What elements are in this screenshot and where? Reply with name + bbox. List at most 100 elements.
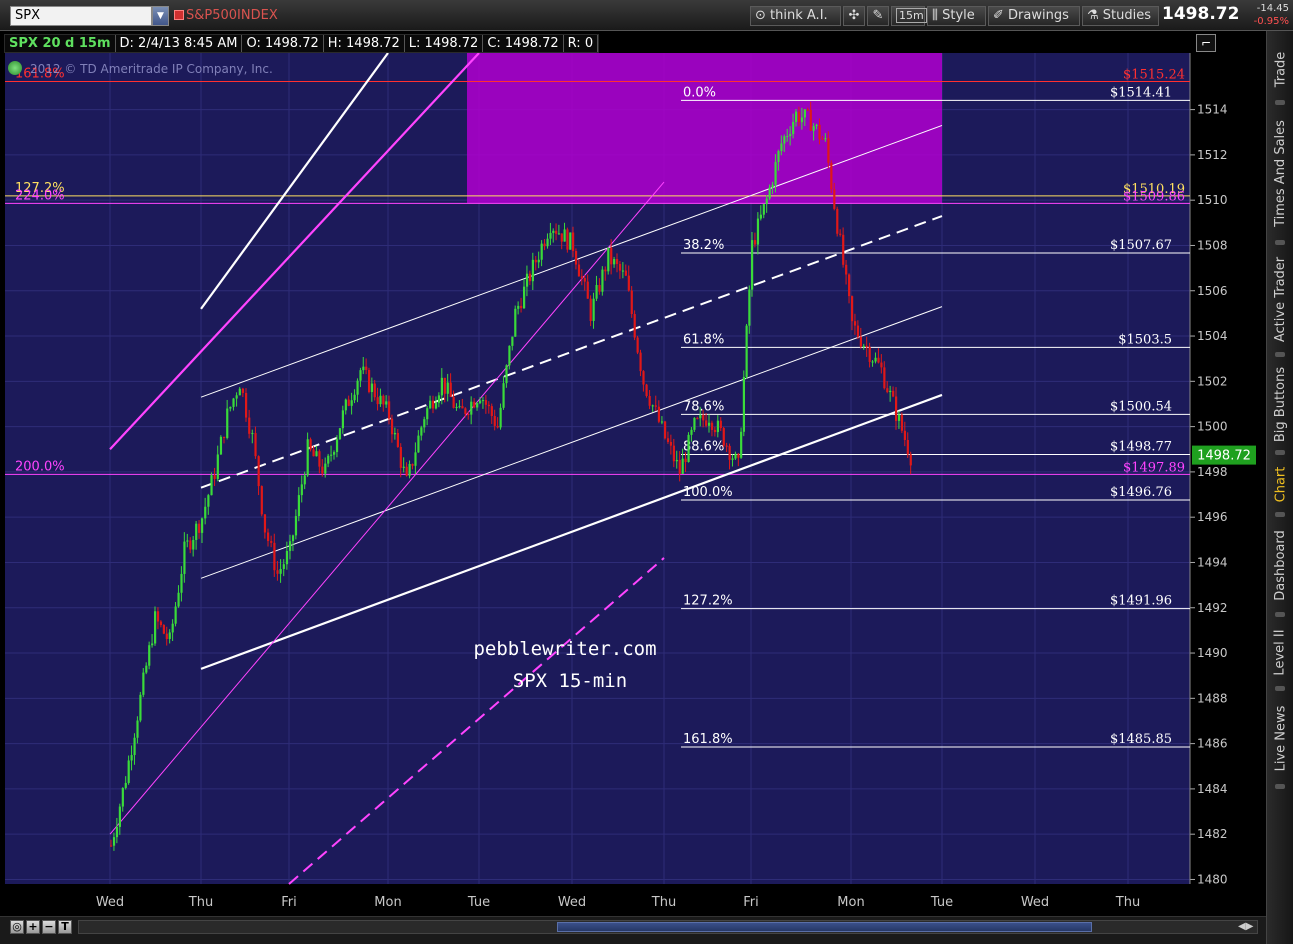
candle-body [344,399,347,411]
candle-body [390,418,394,435]
candle-body [496,425,499,428]
candle-body [112,837,116,846]
candle-body [353,394,356,401]
candle-body [139,694,142,721]
candle-body [797,111,801,123]
candle-body [528,273,532,282]
candle-body [783,136,786,144]
candle-body [479,400,482,404]
candle-body [171,623,174,633]
chart-settings-icon[interactable] [8,61,22,75]
sidebar-tab-active-trader[interactable]: Active Trader [1267,243,1293,355]
x-tick-label: Thu [1115,895,1140,910]
candle-body [321,466,324,474]
style-button[interactable]: ⫼ Style [927,6,986,26]
candle-body [411,463,414,466]
candle-body [385,401,388,405]
candle-body [470,401,473,415]
sidebar-tab-level-ii[interactable]: Level II [1267,615,1293,689]
candle-body [777,150,780,162]
candle-body [241,388,245,393]
target-zone [467,53,942,204]
think-ai-button[interactable]: ⊙ think A.I. [750,6,841,26]
sidebar-tab-live-news[interactable]: Live News [1267,689,1293,787]
candle-body [379,395,382,405]
candle-body [555,230,558,234]
timeframe-label: 15m [896,8,927,23]
zoom-out-icon[interactable]: − [42,920,56,934]
scroll-arrows-icon[interactable]: ◀▶ [1238,921,1253,932]
zoom-in-icon[interactable]: + [26,920,40,934]
price-chart[interactable]: 1480 1482 1484 1486 1488 1490 1492 1494 1496 1498… [0,31,1266,916]
candle-body [213,475,216,479]
candle-body [136,720,139,738]
candle-body [678,459,681,475]
candle-body [675,459,678,462]
candle-body [607,247,610,272]
drawings-button[interactable]: ✐ Drawings [988,6,1080,26]
candle-body [324,463,327,474]
candle-body [800,117,804,123]
x-tick-label: Thu [651,895,676,910]
candle-body [818,124,821,139]
candle-body [537,259,540,263]
chart-menu-icon[interactable]: ⌐ [1196,34,1216,52]
sidebar-tab-times-and-sales[interactable]: Times And Sales [1267,103,1293,243]
tools-button[interactable]: ✎ [867,6,889,26]
candle-body [267,532,270,542]
y-tick-label: 1504 [1197,329,1228,343]
candle-body [827,138,830,163]
studies-button[interactable]: ⚗ Studies [1082,6,1159,26]
candle-body [768,187,771,199]
candle-body [880,362,883,368]
candle-body [443,377,446,394]
chart-area[interactable]: 1480 1482 1484 1486 1488 1490 1492 1494 1496 1498… [0,31,1266,916]
scroll-thumb[interactable] [557,922,1092,932]
candle-body [669,441,673,446]
candle-body [812,126,815,131]
candle-body [742,376,745,432]
candle-body [569,232,572,250]
crosshair-button[interactable]: ✣ [843,6,865,26]
candle-body [566,229,569,250]
candle-body [437,395,441,403]
y-tick-label: 1506 [1197,284,1228,298]
sidebar-tab-trade[interactable]: Trade [1267,35,1293,103]
candle-body [523,286,526,309]
candle-body [449,382,452,397]
symbol-input[interactable]: SPX [10,6,152,26]
candle-body [238,388,241,396]
candle-body [254,433,257,457]
fib-level-price: $1503.5 [1118,332,1172,347]
symbol-color-icon [174,10,184,20]
copyright-notice: 2012 © TD Ameritrade IP Company, Inc. [30,62,273,76]
sidebar-tab-big-buttons[interactable]: Big Buttons [1267,355,1293,453]
candle-body [297,495,300,517]
x-tick-label: Wed [96,895,124,910]
sidebar-tab-chart[interactable]: Chart [1267,453,1293,515]
candle-body [651,405,654,407]
price-change: -14.45 [1256,3,1289,14]
timeframe-button[interactable]: 15m [891,6,927,26]
candle-body [446,382,449,394]
candle-body [279,568,282,574]
zoom-reset-icon[interactable]: ◎ [10,920,24,934]
candle-body [514,308,517,337]
candle-body [883,367,886,389]
symbol-dropdown-icon[interactable]: ▼ [152,6,169,26]
sidebar-tab-dashboard[interactable]: Dashboard [1267,515,1293,615]
y-tick-label: 1514 [1197,103,1228,117]
text-tool-icon[interactable]: T [58,920,72,934]
candle-body [327,455,330,464]
bar-range: R: 0 [564,35,599,52]
candle-body [780,143,783,151]
x-tick-label: Thu [188,895,213,910]
candle-body [461,406,464,409]
candle-body [621,270,625,272]
candle-body [162,625,165,634]
horizontal-scrollbar[interactable] [78,920,1258,934]
candle-body [487,404,490,407]
candle-body [315,451,318,457]
candle-body [306,439,309,476]
candle-body [725,445,728,447]
